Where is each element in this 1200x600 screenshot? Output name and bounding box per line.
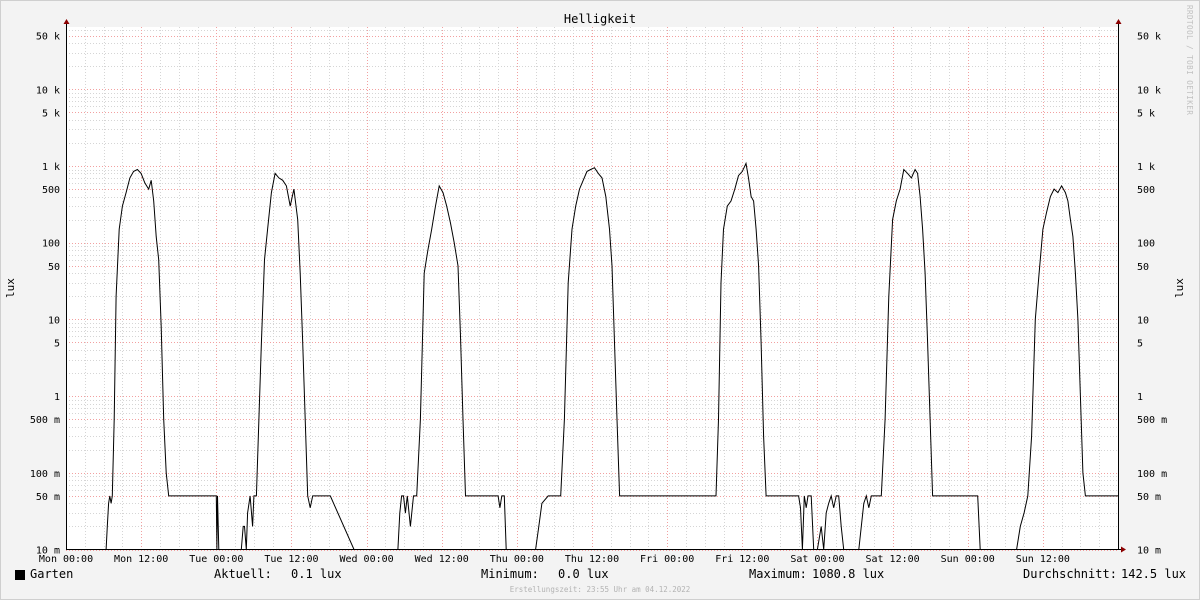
- x-tick-label: Wed 12:00: [415, 554, 469, 565]
- x-tick-label: Fri 00:00: [640, 554, 694, 565]
- x-tick-label: Wed 00:00: [339, 554, 393, 565]
- y-tick-label-left: 5: [54, 338, 60, 349]
- y-tick-label-right: 100 m: [1137, 469, 1167, 480]
- legend-min-value: 0.0 lux: [558, 567, 609, 581]
- legend-avg-label: Durchschnitt:: [1023, 567, 1117, 581]
- y-tick-label-right: 10 m: [1137, 546, 1161, 557]
- legend-series-name: Garten: [30, 567, 74, 581]
- legend-current-label: Aktuell:: [214, 567, 272, 581]
- y-tick-label-right: 50: [1137, 262, 1149, 273]
- legend-max-value: 1080.8 lux: [812, 567, 885, 581]
- y-tick-label-right: 100: [1137, 239, 1155, 250]
- x-tick-label: Thu 12:00: [565, 554, 619, 565]
- y-tick-label-left: 10 k: [36, 85, 60, 96]
- y-tick-label-left: 100: [42, 239, 60, 250]
- y-tick-label-right: 5: [1137, 338, 1143, 349]
- y-tick-label-left: 100 m: [30, 469, 60, 480]
- y-tick-label-left: 50 m: [36, 492, 60, 503]
- rrdtool-watermark: RRDTOOL / TOBI OETIKER: [1185, 5, 1194, 116]
- y-tick-label-right: 10 k: [1137, 85, 1161, 96]
- y-tick-label-right: 500 m: [1137, 415, 1167, 426]
- y-axis-label-right: lux: [1173, 278, 1186, 298]
- y-tick-label-left: 50 k: [36, 32, 60, 43]
- x-tick-label: Thu 00:00: [490, 554, 544, 565]
- y-tick-label-right: 50 m: [1137, 492, 1161, 503]
- y-tick-label-right: 5 k: [1137, 108, 1155, 119]
- legend-swatch: [15, 570, 25, 580]
- legend-max-label: Maximum:: [749, 567, 807, 581]
- y-tick-label-left: 500: [42, 185, 60, 196]
- creation-time-footer: Erstellungszeit: 23:55 Uhr am 04.12.2022: [509, 585, 691, 594]
- x-tick-label: Tue 00:00: [189, 554, 243, 565]
- chart: 10 m 10 m50 m 50 m100 m 100 m500 m 500 m1 15 5…: [4, 12, 1186, 565]
- y-tick-label-left: 50: [48, 262, 60, 273]
- x-axis-arrow: [1121, 546, 1126, 553]
- x-tick-label: Fri 12:00: [715, 554, 769, 565]
- legend-min-label: Minimum:: [481, 567, 539, 581]
- y-tick-label-left: 1: [54, 392, 60, 403]
- y-axis-arrow-right: [1115, 19, 1122, 24]
- x-tick-label: Tue 12:00: [264, 554, 318, 565]
- chart-title: Helligkeit: [564, 12, 636, 26]
- y-axis-arrow-left: [63, 19, 70, 24]
- y-tick-label-right: 1: [1137, 392, 1143, 403]
- x-tick-label: Sat 12:00: [865, 554, 919, 565]
- y-axis-label-left: lux: [4, 278, 17, 298]
- y-tick-label-left: 10: [48, 315, 60, 326]
- x-tick-label: Sun 12:00: [1016, 554, 1070, 565]
- x-tick-label: Sun 00:00: [941, 554, 995, 565]
- y-tick-label-left: 500 m: [30, 415, 60, 426]
- y-tick-label-right: 10: [1137, 315, 1149, 326]
- x-tick-label: Sat 00:00: [790, 554, 844, 565]
- x-tick-label: Mon 00:00: [39, 554, 93, 565]
- y-tick-label-left: 5 k: [42, 108, 60, 119]
- y-tick-label-right: 1 k: [1137, 162, 1155, 173]
- legend-current-value: 0.1 lux: [291, 567, 342, 581]
- y-tick-label-right: 500: [1137, 185, 1155, 196]
- x-tick-label: Mon 12:00: [114, 554, 168, 565]
- legend-avg-value: 142.5 lux: [1121, 567, 1187, 581]
- y-tick-label-right: 50 k: [1137, 32, 1161, 43]
- y-tick-label-left: 1 k: [42, 162, 60, 173]
